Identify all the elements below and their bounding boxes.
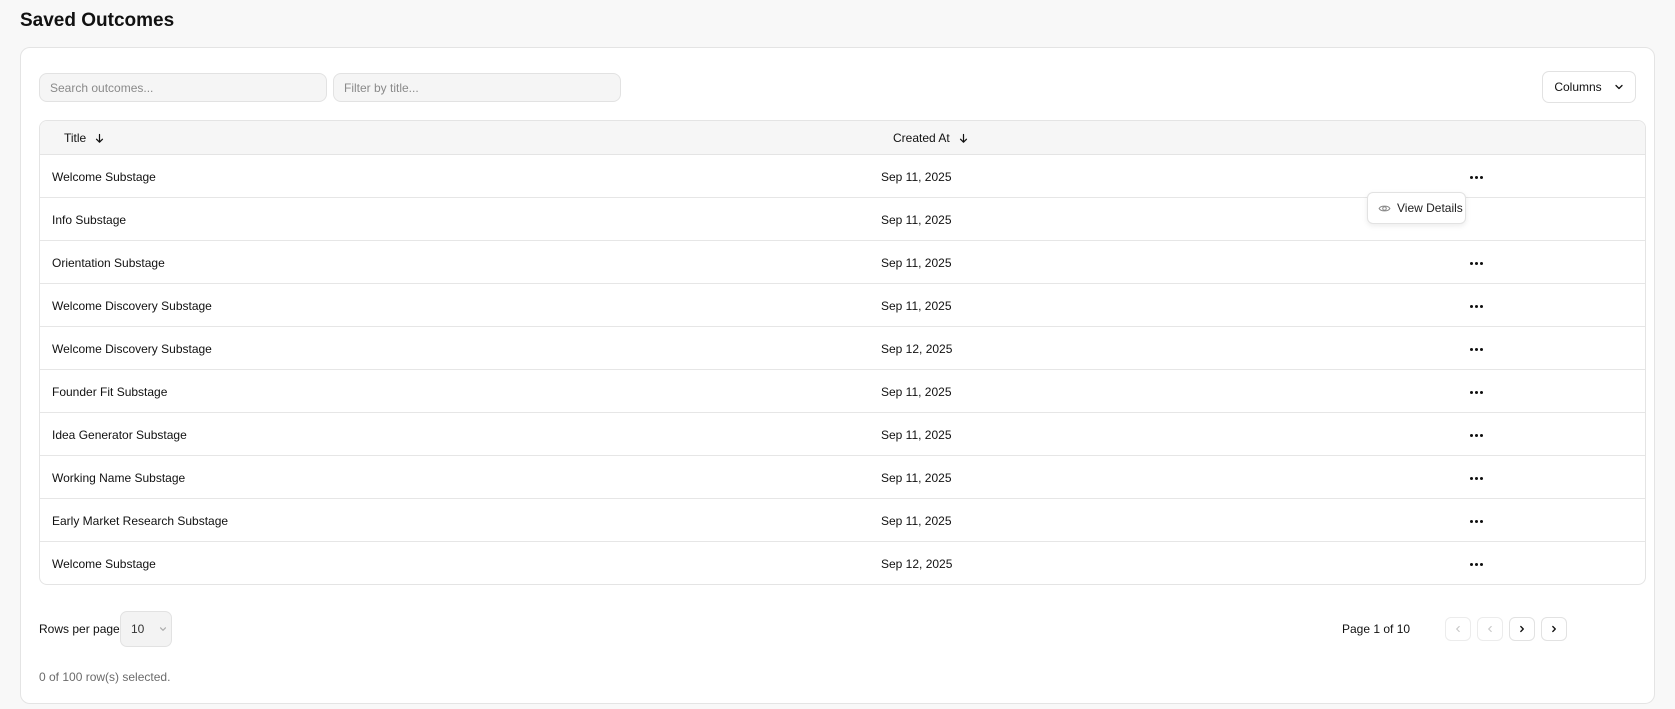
table-row[interactable]: Idea Generator Substage Sep 11, 2025 [40,413,1645,456]
rows-per-page-select[interactable]: 10 [120,611,172,647]
rows-per-page-label: Rows per page [39,622,120,636]
row-actions-button[interactable] [1467,168,1485,186]
cell-title: Welcome Substage [52,169,156,184]
cell-created-at: Sep 12, 2025 [881,341,953,356]
cell-title: Idea Generator Substage [52,427,187,442]
cell-title: Founder Fit Substage [52,384,168,399]
row-actions-button[interactable] [1467,512,1485,530]
outcomes-table: Title Created At Welcome Substage Sep 11… [39,120,1646,585]
column-header-label: Created At [893,131,950,145]
chevron-down-icon [160,627,167,631]
table-header: Title Created At [40,121,1645,155]
previous-page-button[interactable] [1477,617,1503,641]
more-horizontal-icon [1469,562,1483,566]
cell-created-at: Sep 11, 2025 [881,255,952,270]
cell-created-at: Sep 11, 2025 [881,513,952,528]
cell-created-at: Sep 11, 2025 [881,470,952,485]
table-row[interactable]: Welcome Discovery Substage Sep 11, 2025 [40,284,1645,327]
more-horizontal-icon [1469,175,1483,179]
cell-created-at: Sep 11, 2025 [881,169,952,184]
cell-title: Welcome Discovery Substage [52,341,212,356]
eye-icon [1378,205,1391,211]
arrow-down-icon [959,133,967,143]
row-actions-button[interactable] [1467,383,1485,401]
selection-status: 0 of 100 row(s) selected. [39,670,171,684]
cell-created-at: Sep 11, 2025 [881,384,952,399]
row-actions-button[interactable] [1467,340,1485,358]
rows-per-page-value: 10 [131,622,145,636]
row-actions-button[interactable] [1467,426,1485,444]
table-row[interactable]: Orientation Substage Sep 11, 2025 [40,241,1645,284]
last-page-button[interactable] [1541,617,1567,641]
more-horizontal-icon [1469,304,1483,308]
cell-title: Welcome Substage [52,556,156,571]
row-actions-button[interactable] [1467,469,1485,487]
chevron-left-icon [1488,625,1492,633]
view-details-label: View Details [1397,201,1463,215]
next-page-button[interactable] [1509,617,1535,641]
columns-button-label: Columns [1554,80,1602,94]
more-horizontal-icon [1469,347,1483,351]
more-horizontal-icon [1469,519,1483,523]
row-actions-button[interactable] [1467,555,1485,573]
row-actions-button[interactable] [1467,297,1485,315]
cell-title: Working Name Substage [52,470,186,485]
cell-title: Info Substage [52,212,127,227]
columns-button[interactable]: Columns [1542,71,1636,103]
cell-created-at: Sep 11, 2025 [881,212,952,227]
page-indicator: Page 1 of 10 [1342,622,1411,636]
column-header-title[interactable]: Title [64,121,105,155]
chevrons-right-icon [1552,625,1556,633]
more-horizontal-icon [1469,433,1483,437]
outcomes-card: Columns Title Created At Welcome Substag… [20,47,1655,704]
more-horizontal-icon [1469,261,1483,265]
table-row[interactable]: Founder Fit Substage Sep 11, 2025 [40,370,1645,413]
view-details-menu-item[interactable]: View Details [1367,192,1466,224]
more-horizontal-icon [1469,390,1483,394]
chevron-down-icon [1615,84,1623,90]
arrow-down-icon [96,133,104,143]
chevrons-left-icon [1456,625,1460,633]
table-row[interactable]: Working Name Substage Sep 11, 2025 [40,456,1645,499]
table-row[interactable]: Welcome Substage Sep 12, 2025 [40,542,1645,584]
column-header-label: Title [64,131,87,145]
first-page-button[interactable] [1445,617,1471,641]
search-input[interactable] [39,73,327,102]
page-title: Saved Outcomes [20,10,175,31]
cell-title: Orientation Substage [52,255,165,270]
cell-title: Early Market Research Substage [52,513,229,528]
pagination-bar: Rows per page 10 Page 1 of 10 [39,611,1636,647]
cell-created-at: Sep 11, 2025 [881,298,952,313]
table-row[interactable]: Early Market Research Substage Sep 11, 2… [40,499,1645,542]
cell-created-at: Sep 12, 2025 [881,556,953,571]
more-horizontal-icon [1469,476,1483,480]
chevron-right-icon [1520,625,1524,633]
row-actions-button[interactable] [1467,254,1485,272]
column-header-created-at[interactable]: Created At [893,121,969,155]
cell-created-at: Sep 11, 2025 [881,427,952,442]
table-toolbar: Columns [39,71,1636,103]
table-row[interactable]: Welcome Discovery Substage Sep 12, 2025 [40,327,1645,370]
cell-title: Welcome Discovery Substage [52,298,212,313]
title-filter-input[interactable] [333,73,621,102]
